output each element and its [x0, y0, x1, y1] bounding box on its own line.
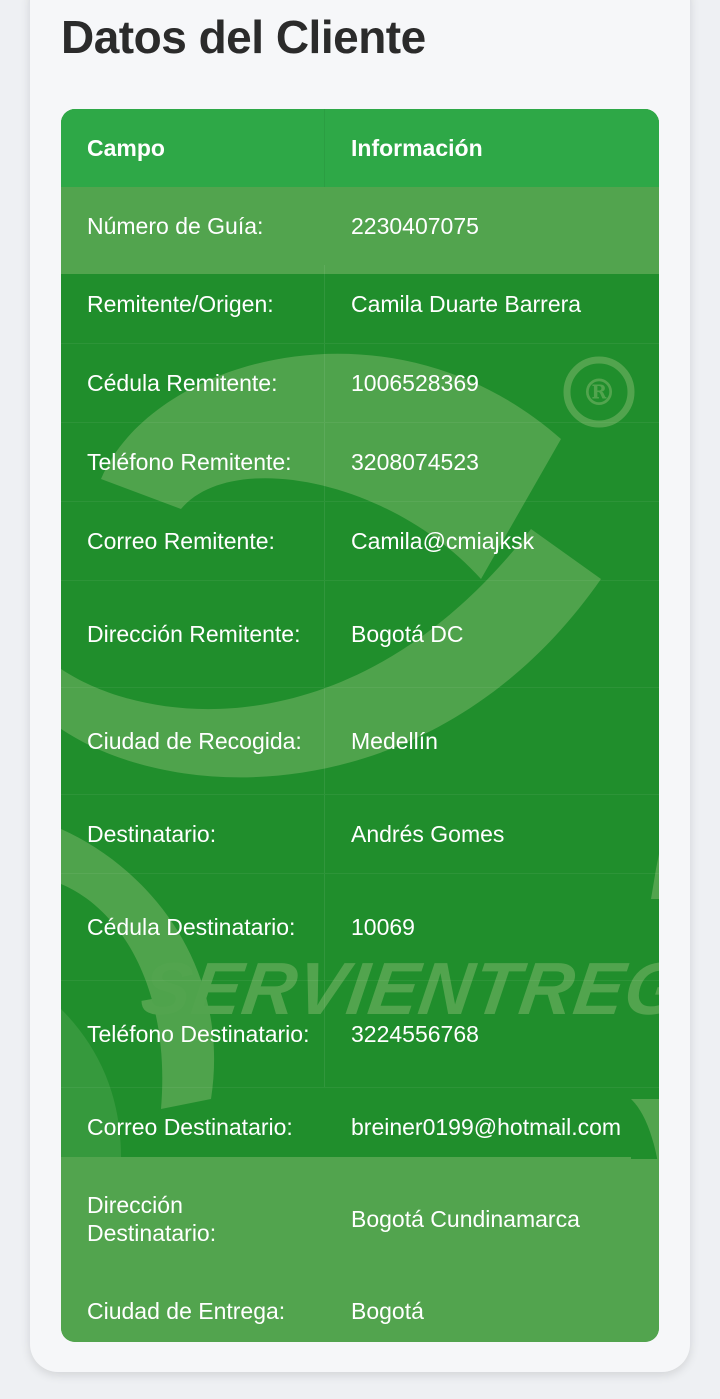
table-row: Correo Destinatario: breiner0199@hotmail… [61, 1088, 659, 1166]
row-label: Correo Destinatario: [87, 1114, 293, 1140]
row-value: Bogotá [351, 1298, 424, 1324]
table-row: Remitente/Origen: Camila Duarte Barrera [61, 265, 659, 344]
row-value: 2230407075 [351, 213, 479, 239]
row-label: Número de Guía: [87, 213, 264, 239]
table-row: Cédula Destinatario: 10069 [61, 874, 659, 981]
table-header-row: Campo Información [61, 109, 659, 187]
row-value: Andrés Gomes [351, 821, 505, 847]
row-label: Ciudad de Entrega: [87, 1298, 286, 1324]
row-label: Cédula Remitente: [61, 344, 325, 422]
client-data-table: ® SERVIENTREGA Campo Información Número … [61, 109, 659, 1342]
table-row: Destinatario: Andrés Gomes [61, 795, 659, 874]
row-label: Ciudad de Recogida: [61, 688, 325, 794]
table-row: Dirección Remitente: Bogotá DC [61, 581, 659, 688]
row-value: 10069 [351, 914, 415, 940]
row-label: Teléfono Destinatario: [61, 981, 325, 1087]
page-title: Datos del Cliente [61, 11, 426, 63]
header-field: Campo [61, 109, 325, 187]
table-row: Ciudad de Entrega: Bogotá [61, 1272, 659, 1342]
row-label: Destinatario: [61, 795, 325, 873]
table-row: Teléfono Destinatario: 3224556768 [61, 981, 659, 1088]
table-row: Dirección Destinatario: Bogotá Cundinama… [61, 1166, 659, 1272]
row-value: breiner0199@hotmail.com [351, 1114, 622, 1140]
table-row: Número de Guía: 2230407075 [61, 187, 659, 265]
table-body: Campo Información Número de Guía: 223040… [61, 109, 659, 1342]
row-label: Cédula Destinatario: [61, 874, 325, 980]
row-value: Bogotá DC [351, 621, 464, 647]
table-row: Teléfono Remitente: 3208074523 [61, 423, 659, 502]
row-value: Camila Duarte Barrera [351, 291, 582, 317]
row-label: Dirección Remitente: [61, 581, 325, 687]
table-row: Cédula Remitente: 1006528369 [61, 344, 659, 423]
row-label: Dirección Destinatario: [87, 1192, 217, 1246]
table-row: Correo Remitente: Camila@cmiajksk [61, 502, 659, 581]
row-value: Camila@cmiajksk [351, 528, 535, 554]
row-value: 3208074523 [351, 449, 479, 475]
row-value: 3224556768 [351, 1021, 479, 1047]
row-label: Remitente/Origen: [61, 265, 325, 343]
header-information: Información [351, 135, 483, 161]
table-row: Ciudad de Recogida: Medellín [61, 688, 659, 795]
row-label: Correo Remitente: [61, 502, 325, 580]
row-label: Teléfono Remitente: [61, 423, 325, 501]
row-value: Bogotá Cundinamarca [351, 1206, 580, 1232]
row-value: Medellín [351, 728, 438, 754]
row-value: 1006528369 [351, 370, 479, 396]
